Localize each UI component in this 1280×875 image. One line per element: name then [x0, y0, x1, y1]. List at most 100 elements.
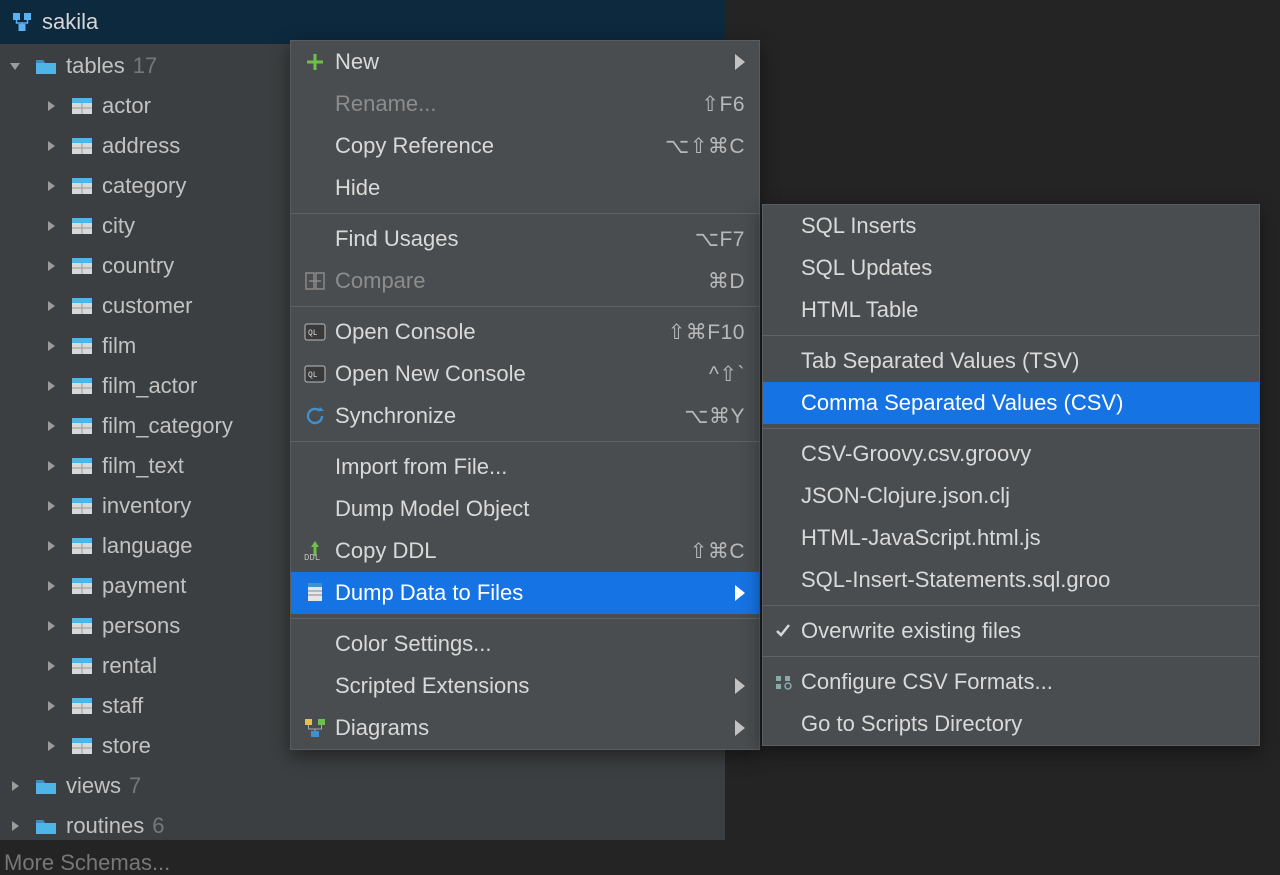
diagram-icon: [301, 716, 329, 740]
plus-icon: [301, 50, 329, 74]
expand-arrow-right-icon: [44, 99, 70, 113]
menu-label: Rename...: [335, 91, 691, 117]
menu-item-diagrams[interactable]: Diagrams: [291, 707, 759, 749]
menu-shortcut: ⇧F6: [701, 92, 745, 117]
table-icon: [70, 537, 94, 555]
check-icon: [771, 622, 795, 640]
tree-node-label: city: [102, 215, 135, 237]
menu-label: Tab Separated Values (TSV): [801, 348, 1245, 374]
context-menu: New Rename... ⇧F6 Copy Reference ⌥⇧⌘C Hi…: [290, 40, 760, 750]
expand-arrow-right-icon: [44, 259, 70, 273]
submenu-item-tsv[interactable]: Tab Separated Values (TSV): [763, 340, 1259, 382]
menu-item-scripted-extensions[interactable]: Scripted Extensions: [291, 665, 759, 707]
menu-item-synchronize[interactable]: Synchronize ⌥⌘Y: [291, 395, 759, 437]
menu-separator: [291, 618, 759, 619]
submenu-item-json-clojure[interactable]: JSON-Clojure.json.clj: [763, 475, 1259, 517]
database-header[interactable]: sakila: [0, 0, 725, 44]
table-icon: [70, 657, 94, 675]
submenu-arrow-icon: [735, 54, 745, 70]
menu-label: Dump Model Object: [335, 496, 745, 522]
menu-item-open-new-console[interactable]: QL Open New Console ^⇧`: [291, 353, 759, 395]
menu-item-copy-ddl[interactable]: DDL Copy DDL ⇧⌘C: [291, 530, 759, 572]
menu-label: Hide: [335, 175, 745, 201]
menu-separator: [763, 656, 1259, 657]
tree-node-label: country: [102, 255, 174, 277]
menu-shortcut: ^⇧`: [709, 362, 745, 387]
menu-item-rename: Rename... ⇧F6: [291, 83, 759, 125]
expand-arrow-right-icon: [44, 219, 70, 233]
submenu-item-sql-updates[interactable]: SQL Updates: [763, 247, 1259, 289]
expand-arrow-right-icon: [8, 819, 34, 833]
menu-label: SQL-Insert-Statements.sql.groo: [801, 567, 1245, 593]
svg-text:QL: QL: [308, 329, 318, 338]
menu-label: Open New Console: [335, 361, 699, 387]
submenu-item-sql-insert-groovy[interactable]: SQL-Insert-Statements.sql.groo: [763, 559, 1259, 601]
console-icon: QL: [301, 320, 329, 344]
folder-icon: [34, 817, 58, 835]
tree-node-label: language: [102, 535, 193, 557]
table-icon: [70, 217, 94, 235]
menu-separator: [763, 605, 1259, 606]
menu-item-compare: Compare ⌘D: [291, 260, 759, 302]
menu-separator: [291, 306, 759, 307]
sync-icon: [301, 404, 329, 428]
menu-item-dump-model-object[interactable]: Dump Model Object: [291, 488, 759, 530]
database-icon: [12, 12, 32, 32]
more-schemas-link[interactable]: More Schemas...: [0, 846, 725, 874]
submenu-item-configure-csv[interactable]: Configure CSV Formats...: [763, 661, 1259, 703]
menu-item-import-from-file[interactable]: Import from File...: [291, 446, 759, 488]
menu-item-find-usages[interactable]: Find Usages ⌥F7: [291, 218, 759, 260]
table-icon: [70, 337, 94, 355]
tree-node-label: film_actor: [102, 375, 197, 397]
menu-label: Go to Scripts Directory: [801, 711, 1245, 737]
menu-label: Scripted Extensions: [335, 673, 727, 699]
settings-icon: [771, 673, 795, 691]
table-icon: [70, 297, 94, 315]
table-icon: [70, 697, 94, 715]
table-icon: [70, 257, 94, 275]
submenu-arrow-icon: [735, 720, 745, 736]
menu-item-open-console[interactable]: QL Open Console ⇧⌘F10: [291, 311, 759, 353]
menu-item-dump-data-to-files[interactable]: Dump Data to Files: [291, 572, 759, 614]
menu-shortcut: ⇧⌘C: [690, 539, 745, 564]
tree-node-label: payment: [102, 575, 186, 597]
expand-arrow-right-icon: [44, 379, 70, 393]
menu-item-hide[interactable]: Hide: [291, 167, 759, 209]
tree-node-label: tables: [66, 55, 125, 77]
table-icon: [70, 137, 94, 155]
database-name: sakila: [42, 9, 98, 35]
submenu-item-goto-scripts-directory[interactable]: Go to Scripts Directory: [763, 703, 1259, 745]
expand-arrow-right-icon: [44, 139, 70, 153]
submenu-item-html-javascript[interactable]: HTML-JavaScript.html.js: [763, 517, 1259, 559]
menu-item-color-settings[interactable]: Color Settings...: [291, 623, 759, 665]
menu-separator: [291, 213, 759, 214]
tree-node-routines[interactable]: routines 6: [0, 806, 725, 846]
submenu-item-html-table[interactable]: HTML Table: [763, 289, 1259, 331]
expand-arrow-right-icon: [44, 659, 70, 673]
menu-label: Find Usages: [335, 226, 685, 252]
menu-label: SQL Inserts: [801, 213, 1245, 239]
menu-separator: [763, 335, 1259, 336]
dump-data-submenu: SQL Inserts SQL Updates HTML Table Tab S…: [762, 204, 1260, 746]
tree-node-label: store: [102, 735, 151, 757]
menu-item-new[interactable]: New: [291, 41, 759, 83]
menu-separator: [763, 428, 1259, 429]
table-icon: [70, 617, 94, 635]
tree-node-label: film_category: [102, 415, 233, 437]
expand-arrow-right-icon: [44, 739, 70, 753]
tree-node-views[interactable]: views 7: [0, 766, 725, 806]
tree-node-label: inventory: [102, 495, 191, 517]
submenu-item-csv-groovy[interactable]: CSV-Groovy.csv.groovy: [763, 433, 1259, 475]
menu-label: Compare: [335, 268, 698, 294]
menu-item-copy-reference[interactable]: Copy Reference ⌥⇧⌘C: [291, 125, 759, 167]
tree-node-label: address: [102, 135, 180, 157]
submenu-item-sql-inserts[interactable]: SQL Inserts: [763, 205, 1259, 247]
menu-shortcut: ⌥⌘Y: [684, 404, 745, 429]
menu-label: New: [335, 49, 727, 75]
tree-node-count: 6: [152, 815, 164, 837]
expand-arrow-right-icon: [44, 499, 70, 513]
submenu-arrow-icon: [735, 678, 745, 694]
submenu-item-csv[interactable]: Comma Separated Values (CSV): [763, 382, 1259, 424]
submenu-item-overwrite-existing[interactable]: Overwrite existing files: [763, 610, 1259, 652]
menu-shortcut: ⌘D: [708, 269, 745, 294]
